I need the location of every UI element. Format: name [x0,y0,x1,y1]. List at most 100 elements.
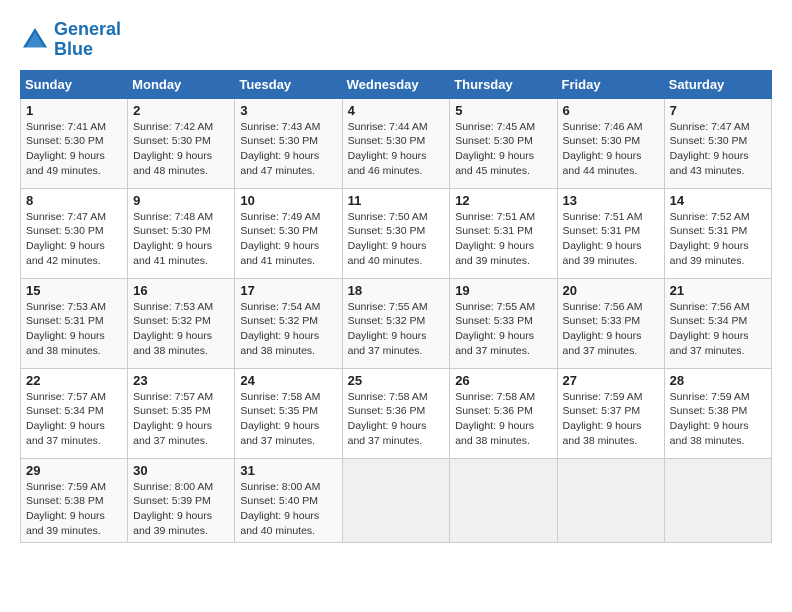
calendar-header-row: SundayMondayTuesdayWednesdayThursdayFrid… [21,70,772,98]
day-number: 18 [348,283,445,298]
day-info: Sunrise: 7:53 AMSunset: 5:32 PMDaylight:… [133,300,229,359]
day-number: 20 [563,283,659,298]
day-info: Sunrise: 7:56 AMSunset: 5:33 PMDaylight:… [563,300,659,359]
day-info: Sunrise: 8:00 AMSunset: 5:39 PMDaylight:… [133,480,229,539]
day-number: 8 [26,193,122,208]
day-info: Sunrise: 7:46 AMSunset: 5:30 PMDaylight:… [563,120,659,179]
day-info: Sunrise: 7:43 AMSunset: 5:30 PMDaylight:… [240,120,336,179]
day-number: 5 [455,103,551,118]
day-info: Sunrise: 7:51 AMSunset: 5:31 PMDaylight:… [563,210,659,269]
calendar-cell [557,458,664,543]
calendar-cell: 19Sunrise: 7:55 AMSunset: 5:33 PMDayligh… [450,278,557,368]
calendar-cell: 20 Sunrise: 7:56 AMSunset: 5:33 PMDayligh… [557,278,664,368]
day-number: 27 [563,373,659,388]
day-number: 15 [26,283,122,298]
day-number: 22 [26,373,122,388]
calendar-cell: 23Sunrise: 7:57 AMSunset: 5:35 PMDayligh… [128,368,235,458]
calendar-cell: 27 Sunrise: 7:59 AMSunset: 5:37 PMDayligh… [557,368,664,458]
calendar-cell: 7 Sunrise: 7:47 AMSunset: 5:30 PMDaylight… [664,98,771,188]
week-row-4: 22 Sunrise: 7:57 AMSunset: 5:34 PMDayligh… [21,368,772,458]
calendar-cell: 21Sunrise: 7:56 AMSunset: 5:34 PMDayligh… [664,278,771,368]
day-number: 1 [26,103,122,118]
calendar-cell: 14 Sunrise: 7:52 AMSunset: 5:31 PMDayligh… [664,188,771,278]
week-row-3: 15Sunrise: 7:53 AMSunset: 5:31 PMDayligh… [21,278,772,368]
day-number: 11 [348,193,445,208]
day-number: 7 [670,103,766,118]
calendar-cell: 1 Sunrise: 7:41 AMSunset: 5:30 PMDaylight… [21,98,128,188]
calendar-cell: 25 Sunrise: 7:58 AMSunset: 5:36 PMDayligh… [342,368,450,458]
calendar-cell: 18 Sunrise: 7:55 AMSunset: 5:32 PMDayligh… [342,278,450,368]
logo-text: General Blue [54,20,121,60]
day-info: Sunrise: 7:58 AMSunset: 5:36 PMDaylight:… [455,390,551,449]
day-info: Sunrise: 7:48 AMSunset: 5:30 PMDaylight:… [133,210,229,269]
day-number: 2 [133,103,229,118]
day-number: 26 [455,373,551,388]
calendar-cell: 29 Sunrise: 7:59 AMSunset: 5:38 PMDayligh… [21,458,128,543]
calendar-cell: 15Sunrise: 7:53 AMSunset: 5:31 PMDayligh… [21,278,128,368]
day-number: 30 [133,463,229,478]
day-number: 12 [455,193,551,208]
calendar-cell: 4Sunrise: 7:44 AMSunset: 5:30 PMDaylight… [342,98,450,188]
day-info: Sunrise: 7:51 AMSunset: 5:31 PMDaylight:… [455,210,551,269]
day-info: Sunrise: 7:58 AMSunset: 5:35 PMDaylight:… [240,390,336,449]
calendar-cell: 13 Sunrise: 7:51 AMSunset: 5:31 PMDayligh… [557,188,664,278]
calendar-cell [450,458,557,543]
calendar-cell: 9 Sunrise: 7:48 AMSunset: 5:30 PMDaylight… [128,188,235,278]
day-number: 6 [563,103,659,118]
day-number: 28 [670,373,766,388]
calendar-cell: 10Sunrise: 7:49 AMSunset: 5:30 PMDayligh… [235,188,342,278]
day-number: 14 [670,193,766,208]
day-info: Sunrise: 7:47 AMSunset: 5:30 PMDaylight:… [26,210,122,269]
day-info: Sunrise: 7:42 AMSunset: 5:30 PMDaylight:… [133,120,229,179]
logo: General Blue [20,20,121,60]
day-info: Sunrise: 7:59 AMSunset: 5:38 PMDaylight:… [26,480,122,539]
day-info: Sunrise: 7:56 AMSunset: 5:34 PMDaylight:… [670,300,766,359]
day-header-saturday: Saturday [664,70,771,98]
calendar-cell [342,458,450,543]
day-header-monday: Monday [128,70,235,98]
day-info: Sunrise: 8:00 AMSunset: 5:40 PMDaylight:… [240,480,336,539]
calendar-cell: 31 Sunrise: 8:00 AMSunset: 5:40 PMDayligh… [235,458,342,543]
day-number: 19 [455,283,551,298]
day-info: Sunrise: 7:59 AMSunset: 5:37 PMDaylight:… [563,390,659,449]
day-header-thursday: Thursday [450,70,557,98]
calendar-cell: 12 Sunrise: 7:51 AMSunset: 5:31 PMDayligh… [450,188,557,278]
calendar-cell: 24 Sunrise: 7:58 AMSunset: 5:35 PMDayligh… [235,368,342,458]
calendar-cell: 17Sunrise: 7:54 AMSunset: 5:32 PMDayligh… [235,278,342,368]
week-row-5: 29 Sunrise: 7:59 AMSunset: 5:38 PMDayligh… [21,458,772,543]
calendar-cell: 5 Sunrise: 7:45 AMSunset: 5:30 PMDaylight… [450,98,557,188]
calendar-cell: 26 Sunrise: 7:58 AMSunset: 5:36 PMDayligh… [450,368,557,458]
calendar-cell: 22 Sunrise: 7:57 AMSunset: 5:34 PMDayligh… [21,368,128,458]
day-info: Sunrise: 7:52 AMSunset: 5:31 PMDaylight:… [670,210,766,269]
day-number: 25 [348,373,445,388]
day-info: Sunrise: 7:47 AMSunset: 5:30 PMDaylight:… [670,120,766,179]
day-info: Sunrise: 7:49 AMSunset: 5:30 PMDaylight:… [240,210,336,269]
day-number: 29 [26,463,122,478]
day-number: 9 [133,193,229,208]
calendar-table: SundayMondayTuesdayWednesdayThursdayFrid… [20,70,772,544]
day-header-friday: Friday [557,70,664,98]
calendar-cell: 2 Sunrise: 7:42 AMSunset: 5:30 PMDaylight… [128,98,235,188]
day-header-wednesday: Wednesday [342,70,450,98]
day-info: Sunrise: 7:58 AMSunset: 5:36 PMDaylight:… [348,390,445,449]
day-info: Sunrise: 7:57 AMSunset: 5:35 PMDaylight:… [133,390,229,449]
day-info: Sunrise: 7:45 AMSunset: 5:30 PMDaylight:… [455,120,551,179]
logo-icon [20,25,50,55]
calendar-cell: 28 Sunrise: 7:59 AMSunset: 5:38 PMDayligh… [664,368,771,458]
calendar-cell: 3Sunrise: 7:43 AMSunset: 5:30 PMDaylight… [235,98,342,188]
day-info: Sunrise: 7:50 AMSunset: 5:30 PMDaylight:… [348,210,445,269]
day-header-tuesday: Tuesday [235,70,342,98]
calendar-body: 1 Sunrise: 7:41 AMSunset: 5:30 PMDaylight… [21,98,772,543]
day-number: 24 [240,373,336,388]
day-number: 16 [133,283,229,298]
day-number: 13 [563,193,659,208]
day-info: Sunrise: 7:59 AMSunset: 5:38 PMDaylight:… [670,390,766,449]
week-row-1: 1 Sunrise: 7:41 AMSunset: 5:30 PMDaylight… [21,98,772,188]
day-info: Sunrise: 7:41 AMSunset: 5:30 PMDaylight:… [26,120,122,179]
day-number: 31 [240,463,336,478]
day-info: Sunrise: 7:55 AMSunset: 5:32 PMDaylight:… [348,300,445,359]
calendar-cell: 30 Sunrise: 8:00 AMSunset: 5:39 PMDayligh… [128,458,235,543]
day-info: Sunrise: 7:57 AMSunset: 5:34 PMDaylight:… [26,390,122,449]
day-header-sunday: Sunday [21,70,128,98]
calendar-cell [664,458,771,543]
